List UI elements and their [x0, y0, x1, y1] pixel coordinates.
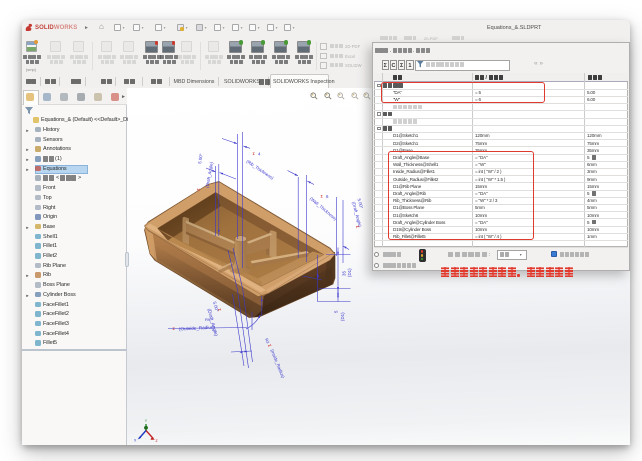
svg-text:Σ: Σ	[321, 194, 324, 199]
svg-text:(Inside_Radius): (Inside_Radius)	[270, 349, 286, 380]
svg-text:Σ: Σ	[253, 151, 256, 156]
svg-text:5: 5	[334, 310, 339, 313]
svg-text:Σ: Σ	[267, 344, 273, 349]
svg-text:Z: Z	[156, 439, 159, 443]
svg-text:X: X	[134, 439, 137, 443]
svg-text:(D1): (D1)	[340, 312, 345, 321]
svg-text:Y: Y	[145, 419, 148, 423]
svg-text:Σ: Σ	[196, 187, 201, 191]
svg-text:5.00°: 5.00°	[197, 153, 204, 164]
svg-text:R9: R9	[205, 317, 211, 322]
svg-text:35: 35	[342, 271, 347, 276]
svg-text:Σ: Σ	[217, 308, 223, 312]
svg-text:6: 6	[326, 194, 329, 199]
svg-text:(Draft_Angle): (Draft_Angle)	[206, 308, 219, 337]
svg-text:(Wall_Thickness): (Wall_Thickness)	[309, 196, 338, 222]
svg-text:(D1): (D1)	[347, 268, 352, 277]
svg-text:4: 4	[258, 152, 261, 157]
svg-text:(Rib_Thickness): (Rib_Thickness)	[245, 159, 275, 181]
svg-text:Σ: Σ	[355, 225, 361, 229]
